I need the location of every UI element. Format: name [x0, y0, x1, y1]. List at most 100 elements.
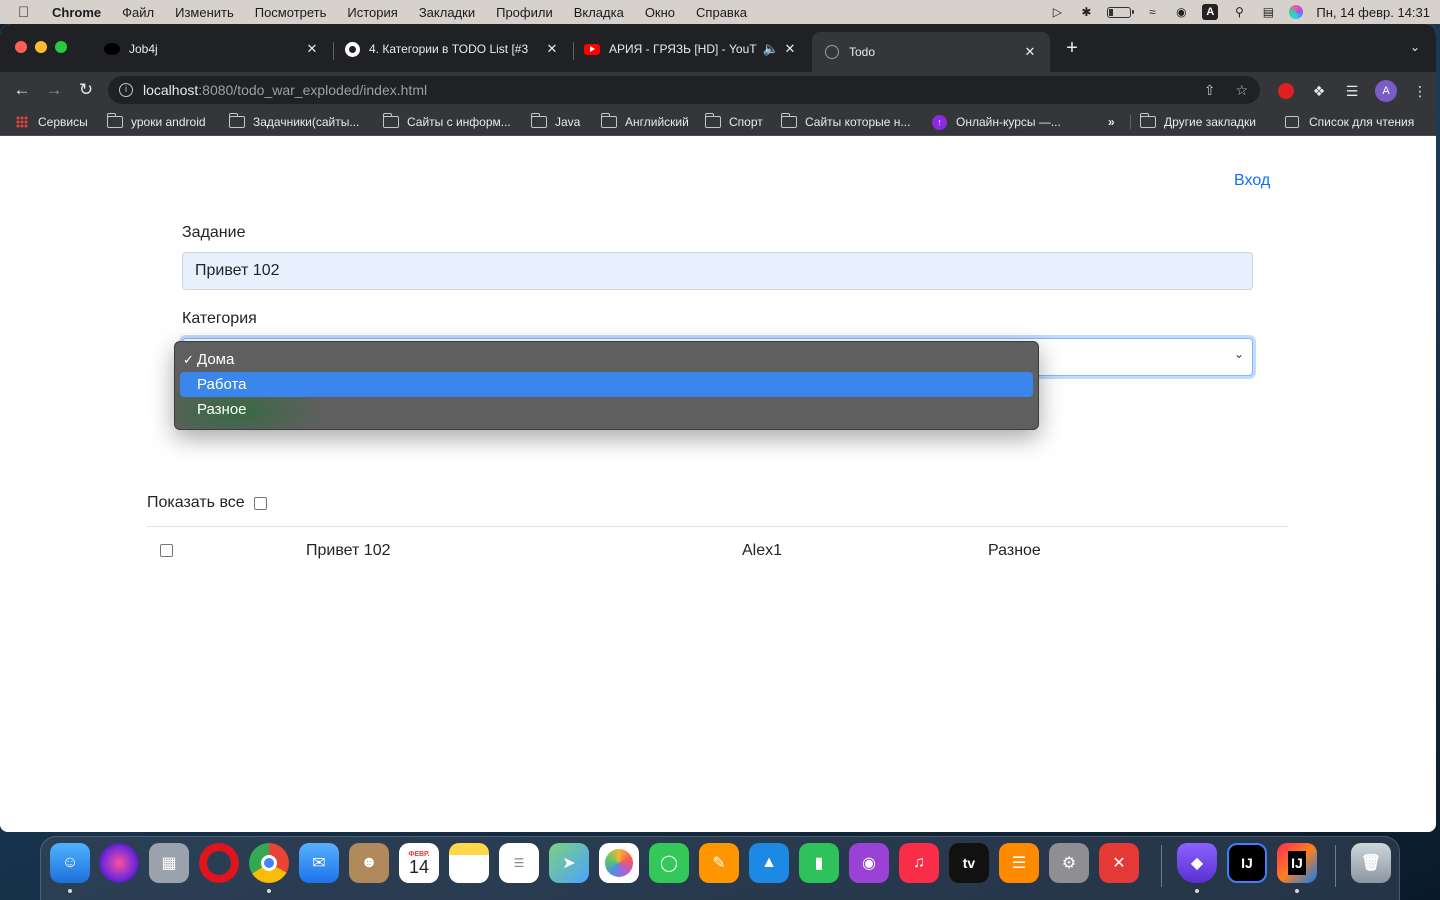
- checkmark-icon: ✓: [183, 352, 194, 367]
- apple-tv-icon[interactable]: tv: [949, 843, 989, 883]
- bookmark-folder[interactable]: Сайты с информ...: [382, 108, 511, 136]
- tab-github-issue[interactable]: 4. Категории в TODO List [#3 ✕: [332, 32, 572, 66]
- pages-icon[interactable]: ✎: [699, 843, 739, 883]
- podcasts-icon[interactable]: ◉: [849, 843, 889, 883]
- task-done-checkbox[interactable]: [160, 544, 173, 557]
- user-account-icon[interactable]: ◉: [1173, 5, 1189, 19]
- menu-history[interactable]: История: [347, 5, 397, 20]
- intellij-toolbox-icon[interactable]: IJ: [1277, 843, 1317, 883]
- chrome-icon[interactable]: [249, 843, 289, 883]
- option-label: Разное: [197, 401, 247, 418]
- calendar-icon[interactable]: ФЕВР. 14: [399, 843, 439, 883]
- maps-icon[interactable]: ➤: [549, 843, 589, 883]
- numbers-icon[interactable]: ▮: [799, 843, 839, 883]
- audio-playing-icon[interactable]: 🔈: [760, 41, 782, 57]
- dock-separator: [1161, 845, 1162, 887]
- bookmark-star-icon[interactable]: ☆: [1235, 82, 1248, 99]
- screen-record-icon[interactable]: ▷: [1049, 5, 1065, 19]
- bookmark-online-courses[interactable]: ↑ Онлайн-курсы —...: [932, 108, 1061, 136]
- reminders-icon[interactable]: ☰: [499, 843, 539, 883]
- bluetooth-icon[interactable]: ✱: [1078, 5, 1094, 19]
- notes-icon[interactable]: [449, 843, 489, 883]
- menu-chrome[interactable]: Chrome: [52, 5, 101, 20]
- system-preferences-icon[interactable]: ⚙: [1049, 843, 1089, 883]
- menu-profiles[interactable]: Профили: [496, 5, 553, 20]
- xmind-icon[interactable]: ✕: [1099, 843, 1139, 883]
- menu-view[interactable]: Посмотреть: [255, 5, 327, 20]
- new-tab-plus-icon[interactable]: +: [1062, 38, 1082, 58]
- finder-icon[interactable]: ☺: [50, 843, 90, 883]
- category-option-home[interactable]: ✓ Дома: [180, 347, 1033, 372]
- books-icon[interactable]: ☰: [999, 843, 1039, 883]
- battery-icon[interactable]: [1107, 6, 1135, 18]
- trash-icon[interactable]: 🗑: [1351, 843, 1391, 883]
- red-extension-icon[interactable]: [1276, 81, 1296, 101]
- back-arrow-icon[interactable]: ←: [12, 80, 32, 100]
- bookmark-reading-list[interactable]: Список для чтения: [1285, 108, 1414, 136]
- bookmark-other-bookmarks[interactable]: Другие закладки: [1139, 108, 1256, 136]
- bookmark-label: Сайты с информ...: [407, 115, 511, 129]
- bookmark-folder[interactable]: Сайты которые н...: [780, 108, 910, 136]
- running-indicator: [267, 889, 271, 893]
- url-host: localhost: [143, 82, 199, 98]
- messages-icon[interactable]: ◯: [649, 843, 689, 883]
- intellij-idea-icon[interactable]: IJ: [1227, 843, 1267, 883]
- mail-icon[interactable]: ✉: [299, 843, 339, 883]
- option-label: Работа: [197, 376, 247, 393]
- media-controls-icon[interactable]: ☰: [1342, 81, 1362, 101]
- obsidian-icon[interactable]: ◆: [1177, 843, 1217, 883]
- close-tab-icon[interactable]: ✕: [544, 41, 560, 57]
- tab-search-chevron-icon[interactable]: ⌄: [1410, 40, 1420, 54]
- site-info-icon[interactable]: i: [119, 83, 133, 97]
- input-source-icon[interactable]: A: [1202, 4, 1219, 20]
- bookmark-folder[interactable]: Задачники(сайты...: [228, 108, 359, 136]
- share-icon[interactable]: ⇧: [1204, 82, 1216, 99]
- tab-job4j[interactable]: Job4j ✕: [92, 32, 332, 66]
- bookmark-folder[interactable]: уроки android: [106, 108, 206, 136]
- menu-tab[interactable]: Вкладка: [574, 5, 624, 20]
- menubar-clock[interactable]: Пн, 14 февр. 14:31: [1316, 5, 1430, 20]
- tab-todo[interactable]: Todo ✕: [812, 32, 1050, 72]
- close-tab-icon[interactable]: ✕: [304, 41, 320, 57]
- photos-icon[interactable]: [599, 843, 639, 883]
- music-icon[interactable]: ♫: [899, 843, 939, 883]
- chrome-menu-kebab-icon[interactable]: ⋮: [1410, 81, 1430, 101]
- keynote-icon[interactable]: ▲: [749, 843, 789, 883]
- launchpad-icon[interactable]: ▦: [149, 843, 189, 883]
- close-tab-icon[interactable]: ✕: [1022, 44, 1038, 60]
- tab-youtube[interactable]: АРИЯ - ГРЯЗЬ [HD] - YouT 🔈 ✕: [572, 32, 810, 66]
- address-bar[interactable]: i localhost:8080/todo_war_exploded/index…: [108, 76, 1260, 104]
- menu-help[interactable]: Справка: [696, 5, 747, 20]
- bookmark-folder[interactable]: Английский: [600, 108, 689, 136]
- bookmarks-overflow-button[interactable]: »: [1108, 108, 1115, 136]
- bookmark-label: Java: [555, 115, 581, 129]
- contacts-icon[interactable]: ☻: [349, 843, 389, 883]
- category-option-misc[interactable]: Разное: [180, 397, 1033, 422]
- menu-file[interactable]: Файл: [122, 5, 154, 20]
- task-input[interactable]: [182, 252, 1253, 290]
- close-window-button[interactable]: [15, 41, 27, 53]
- menu-bookmarks[interactable]: Закладки: [419, 5, 475, 20]
- opera-icon[interactable]: [199, 843, 239, 883]
- spotlight-search-icon[interactable]: ⚲: [1231, 5, 1247, 19]
- reload-icon[interactable]: ↻: [76, 80, 96, 100]
- extensions-puzzle-icon[interactable]: ❖: [1309, 81, 1329, 101]
- close-tab-icon[interactable]: ✕: [782, 41, 798, 57]
- menu-window[interactable]: Окно: [645, 5, 675, 20]
- control-center-icon[interactable]: ▤: [1260, 5, 1276, 19]
- forward-arrow-icon[interactable]: →: [44, 80, 64, 100]
- profile-avatar[interactable]: A: [1375, 80, 1397, 102]
- wifi-icon[interactable]: ≈: [1144, 5, 1160, 19]
- category-option-work[interactable]: Работа: [180, 372, 1033, 397]
- bookmark-apps[interactable]: Сервисы: [16, 108, 88, 136]
- bookmark-folder[interactable]: Java: [530, 108, 581, 136]
- siri-icon[interactable]: [1289, 5, 1304, 19]
- minimize-window-button[interactable]: [35, 41, 47, 53]
- show-all-checkbox[interactable]: [253, 496, 267, 510]
- menu-edit[interactable]: Изменить: [175, 5, 234, 20]
- bookmark-folder[interactable]: Спорт: [704, 108, 763, 136]
- login-link[interactable]: Вход: [1234, 172, 1270, 190]
- fullscreen-window-button[interactable]: [55, 41, 67, 53]
- siri-app-icon[interactable]: [99, 843, 139, 883]
- apple-menu-icon[interactable]: : [18, 4, 38, 21]
